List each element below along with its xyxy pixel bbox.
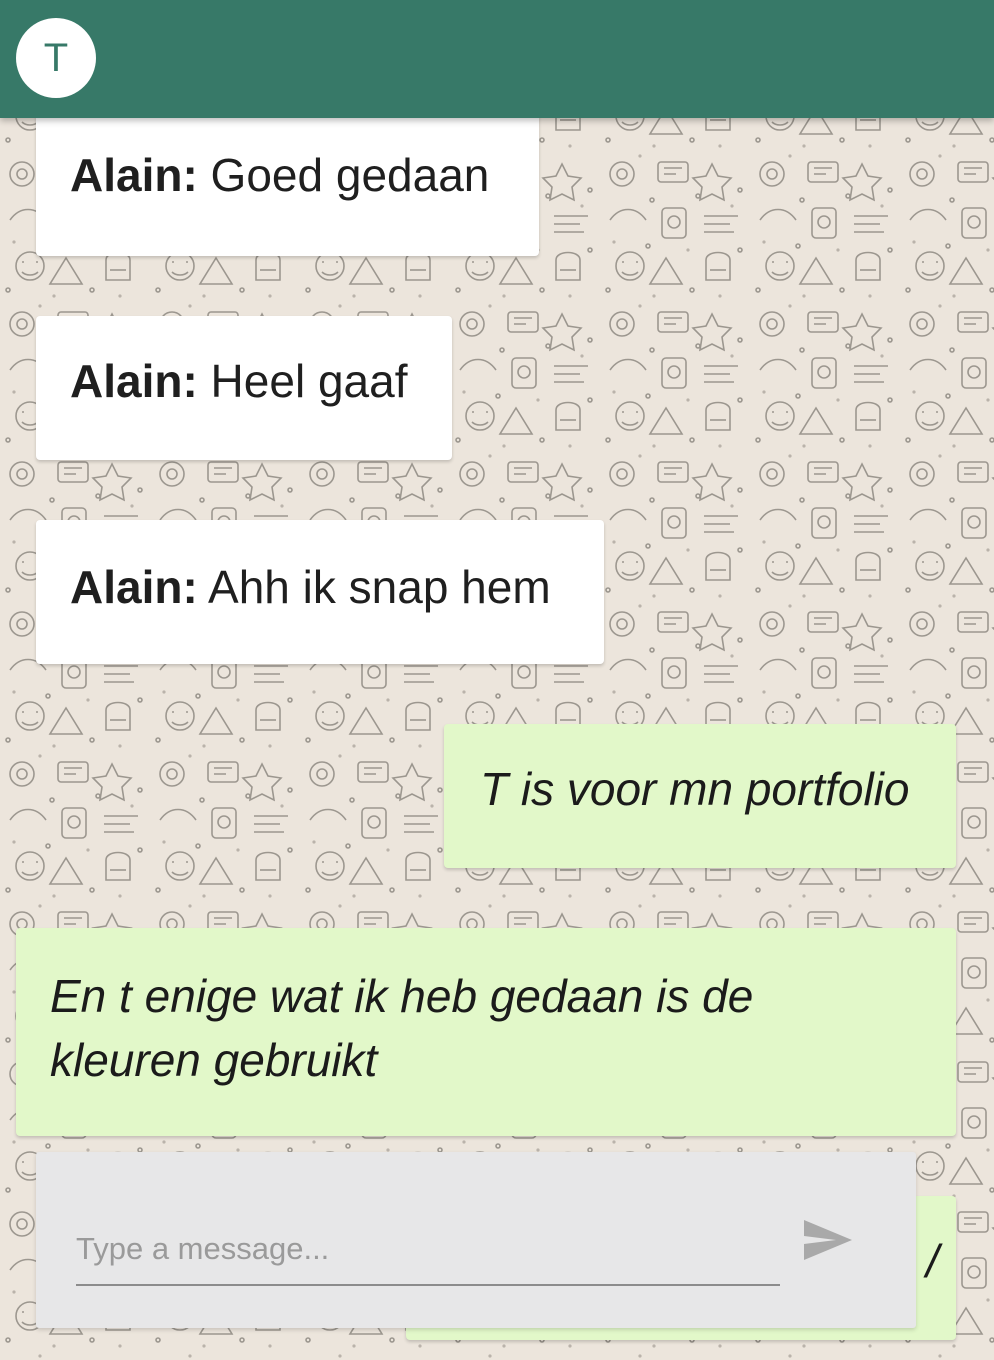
send-button[interactable] xyxy=(802,1218,854,1262)
chat-header: T xyxy=(0,0,994,118)
message-text: Ahh ik snap hem xyxy=(197,561,551,613)
message-bubble-outgoing: T is voor mn portfolio xyxy=(444,724,956,868)
message-sender: Alain: xyxy=(70,149,198,201)
message-sender: Alain: xyxy=(70,355,198,407)
message-bubble-outgoing: En t enige wat ik heb gedaan is de kleur… xyxy=(16,928,956,1136)
message-composer xyxy=(36,1152,916,1328)
message-input[interactable] xyxy=(76,1214,780,1286)
avatar[interactable]: T xyxy=(16,18,96,98)
message-text: T is voor mn portfolio xyxy=(480,763,910,815)
message-text: En t enige wat ik heb gedaan is de kleur… xyxy=(50,970,754,1086)
send-icon xyxy=(804,1220,852,1260)
message-sender: Alain: xyxy=(70,561,198,613)
message-bubble-incoming: Alain: Goed gedaan xyxy=(36,100,539,256)
message-text: Heel gaaf xyxy=(197,355,408,407)
message-bubble-incoming: Alain: Heel gaaf xyxy=(36,316,452,460)
message-text: Goed gedaan xyxy=(197,149,490,201)
message-bubble-incoming: Alain: Ahh ik snap hem xyxy=(36,520,604,664)
message-text: / xyxy=(926,1235,939,1287)
